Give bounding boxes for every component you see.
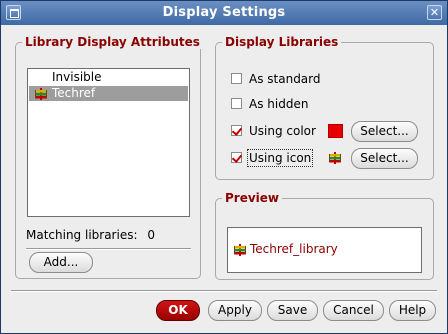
library-attribute-list[interactable]: Invisible Techref (27, 68, 190, 217)
display-settings-dialog: Display Settings ✕ Library Display Attri… (0, 0, 448, 334)
library-display-attributes-title: Library Display Attributes (22, 35, 203, 49)
matching-libraries-count: 0 (147, 228, 155, 242)
apply-button[interactable]: Apply (208, 300, 262, 321)
cancel-button[interactable]: Cancel (323, 300, 384, 321)
color-swatch (328, 124, 343, 138)
list-item-label: Invisible (52, 70, 102, 84)
list-item-invisible[interactable]: Invisible (29, 70, 188, 85)
preview-group: Preview Techref_library (215, 191, 434, 280)
using-color-checkbox[interactable] (231, 125, 242, 136)
save-button[interactable]: Save (267, 300, 318, 321)
library-icon (234, 244, 246, 256)
window-title: Display Settings (162, 5, 286, 20)
select-color-button[interactable]: Select... (351, 121, 418, 142)
using-icon-label: Using icon (246, 149, 314, 167)
help-button[interactable]: Help (389, 300, 436, 321)
as-hidden-label: As hidden (249, 97, 309, 111)
display-libraries-title: Display Libraries (222, 35, 342, 49)
preview-text: Techref_library (250, 242, 338, 256)
using-color-label: Using color (249, 124, 316, 138)
preview-box: Techref_library (227, 227, 422, 273)
library-display-attributes-group: Library Display Attributes Invisible Tec… (15, 35, 203, 279)
matching-libraries: Matching libraries: 0 (26, 228, 155, 242)
as-standard-checkbox[interactable] (231, 73, 242, 84)
select-icon-button[interactable]: Select... (351, 148, 418, 169)
add-button[interactable]: Add... (29, 252, 93, 273)
close-icon[interactable]: ✕ (427, 5, 442, 20)
divider (26, 248, 191, 250)
title-bar[interactable]: Display Settings ✕ (1, 1, 447, 25)
display-libraries-group: Display Libraries As standard As hidden … (215, 35, 434, 180)
using-icon-checkbox[interactable] (231, 152, 242, 163)
list-item-techref[interactable]: Techref (29, 86, 188, 101)
divider (11, 290, 437, 292)
library-icon (329, 152, 341, 164)
library-icon (35, 88, 47, 100)
matching-libraries-label: Matching libraries: (26, 228, 138, 242)
as-hidden-checkbox[interactable] (231, 98, 242, 109)
preview-title: Preview (222, 191, 283, 205)
ok-button[interactable]: OK (156, 300, 200, 321)
as-standard-label: As standard (249, 72, 321, 86)
list-item-label: Techref (52, 86, 96, 100)
